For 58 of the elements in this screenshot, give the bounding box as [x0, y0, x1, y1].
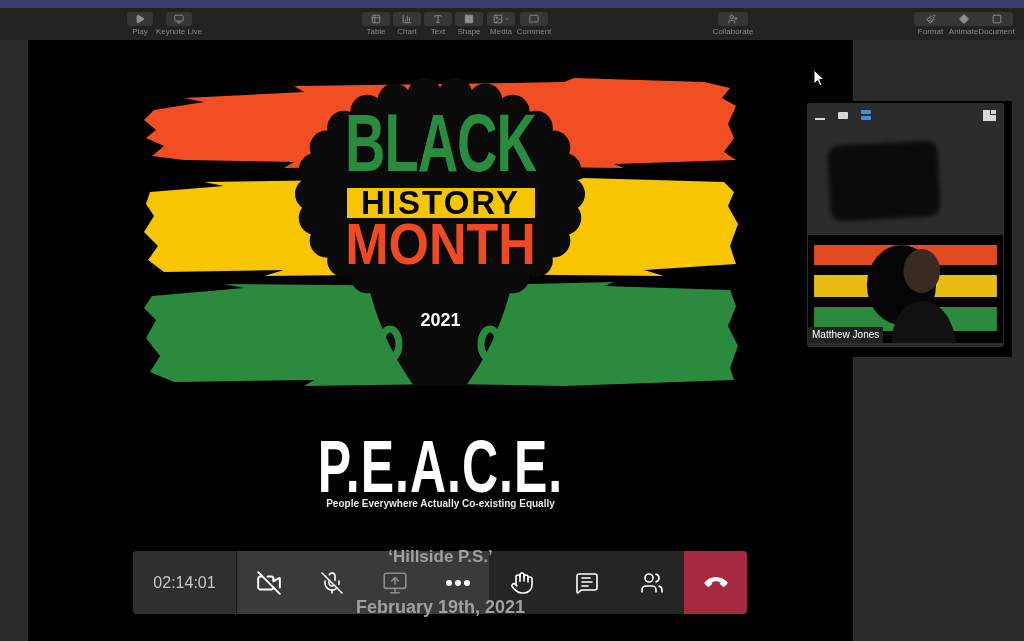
comment-icon: [529, 14, 539, 24]
play-icon: [135, 14, 145, 24]
call-timer: 02:14:01: [133, 551, 237, 614]
toolbar-button[interactable]: [718, 12, 748, 26]
raised-hand-icon: [509, 570, 534, 595]
poster-year: 2021: [420, 311, 461, 330]
acronym-meaning: People Everywhere Actually Co-existing Equally: [326, 498, 555, 510]
microphone-off-icon: [319, 570, 344, 595]
image-icon: [492, 14, 503, 24]
toolbar-label: Comment: [516, 27, 552, 36]
toolbar-label: Document: [978, 27, 1015, 36]
toolbar-label: Media: [490, 27, 512, 36]
school-name: ‘Hillside P.S.’: [388, 548, 493, 565]
toolbar-button[interactable]: [362, 12, 390, 26]
acronym-title: P.E.A.C.E.: [317, 436, 564, 496]
monitor-icon: [174, 14, 184, 24]
poster-title-line: MONTH: [345, 221, 536, 268]
bar-chart-icon: [402, 14, 412, 24]
toolbar-label: Format: [917, 27, 944, 36]
toolbar-button[interactable]: [487, 12, 515, 26]
paintbrush-icon: [925, 14, 936, 24]
cursor-icon: [813, 69, 825, 87]
toolbar-button[interactable]: [127, 12, 153, 26]
diamond-icon: [958, 14, 969, 24]
toolbar-label: Shape: [457, 27, 481, 36]
add-person-icon: [728, 14, 738, 24]
people-icon: [639, 570, 664, 595]
toolbar-button[interactable]: [520, 12, 548, 26]
participant-name: Matthew Jones: [808, 327, 884, 343]
toolbar-label: Table: [366, 27, 386, 36]
stacked-layout-icon[interactable]: [861, 110, 871, 120]
toolbar-label: Animate: [948, 27, 979, 36]
toolbar-label: Text: [430, 27, 446, 36]
call-control-button[interactable]: [237, 551, 300, 614]
toolbar-button[interactable]: [166, 12, 192, 26]
chat-icon: [574, 570, 599, 595]
hang-up-button[interactable]: [684, 551, 747, 614]
toolbar-button[interactable]: [914, 12, 947, 26]
toolbar-label: Play: [132, 27, 148, 36]
window-icon[interactable]: [838, 111, 848, 119]
slide-date: February 19th, 2021: [355, 598, 526, 616]
more-icon: [445, 579, 470, 586]
filled-square-icon: [464, 14, 474, 24]
toolbar-button[interactable]: [455, 12, 483, 26]
poster-title-line: BLACK: [345, 111, 536, 177]
toolbar-label: Chart: [397, 27, 417, 36]
chevron-down-icon: [503, 16, 510, 22]
toolbar-button[interactable]: [393, 12, 421, 26]
video-camera-off-icon: [255, 569, 282, 596]
toolbar-label: Collaborate: [712, 27, 754, 36]
corner-window-icon[interactable]: [983, 109, 996, 121]
table-icon: [371, 14, 381, 24]
square-icon: [991, 14, 1002, 24]
share-screen-icon: [381, 569, 408, 596]
toolbar-label: Keynote Live: [155, 27, 203, 36]
toolbar-button[interactable]: [980, 12, 1013, 26]
text-icon: [433, 14, 443, 24]
toolbar-button[interactable]: [424, 12, 452, 26]
